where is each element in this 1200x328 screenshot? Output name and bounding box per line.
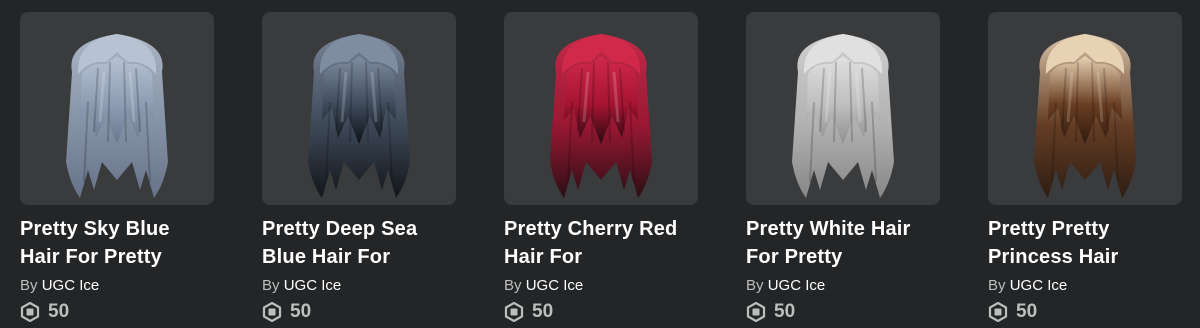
item-price: 50 [504,300,698,324]
price-value: 50 [290,301,312,322]
hair-icon [792,34,894,198]
item-creator: By UGC Ice [504,277,698,295]
item-creator: By UGC Ice [20,277,214,295]
hair-icon [66,34,168,198]
price-value: 50 [1016,301,1038,322]
creator-link[interactable]: UGC Ice [768,277,826,294]
price-value: 50 [48,301,70,322]
item-card[interactable]: Pretty Cherry Red Hair For By UGC Ice 50 [504,12,698,324]
hair-icon [1034,34,1136,198]
robux-icon [746,302,766,322]
item-name[interactable]: Pretty Cherry Red Hair For [504,215,698,271]
item-price: 50 [20,300,214,324]
item-thumbnail[interactable] [746,12,940,205]
item-thumbnail[interactable] [504,12,698,205]
robux-icon [20,302,40,322]
item-thumbnail[interactable] [988,12,1182,205]
item-thumbnail[interactable] [20,12,214,205]
creator-prefix: By [746,277,764,294]
item-name[interactable]: Pretty Pretty Princess Hair [988,215,1182,271]
item-price: 50 [988,300,1182,324]
robux-icon [988,302,1008,322]
item-thumbnail[interactable] [262,12,456,205]
item-card[interactable]: Pretty Pretty Princess Hair By UGC Ice 5… [988,12,1182,324]
item-card[interactable]: Pretty Deep Sea Blue Hair For By UGC Ice… [262,12,456,324]
robux-icon [504,302,524,322]
creator-link[interactable]: UGC Ice [1010,277,1068,294]
item-card[interactable]: Pretty White Hair For Pretty By UGC Ice … [746,12,940,324]
item-creator: By UGC Ice [988,277,1182,295]
item-name[interactable]: Pretty Sky Blue Hair For Pretty [20,215,214,271]
price-value: 50 [774,301,796,322]
creator-link[interactable]: UGC Ice [42,277,100,294]
creator-prefix: By [20,277,38,294]
item-name[interactable]: Pretty White Hair For Pretty [746,215,940,271]
catalog-grid: Pretty Sky Blue Hair For Pretty By UGC I… [0,0,1200,328]
creator-prefix: By [504,277,522,294]
creator-prefix: By [988,277,1006,294]
creator-prefix: By [262,277,280,294]
item-creator: By UGC Ice [262,277,456,295]
hair-icon [550,34,652,198]
item-price: 50 [262,300,456,324]
item-card[interactable]: Pretty Sky Blue Hair For Pretty By UGC I… [20,12,214,324]
hair-icon [308,34,410,198]
price-value: 50 [532,301,554,322]
robux-icon [262,302,282,322]
item-price: 50 [746,300,940,324]
item-creator: By UGC Ice [746,277,940,295]
creator-link[interactable]: UGC Ice [526,277,584,294]
creator-link[interactable]: UGC Ice [284,277,342,294]
item-name[interactable]: Pretty Deep Sea Blue Hair For [262,215,456,271]
